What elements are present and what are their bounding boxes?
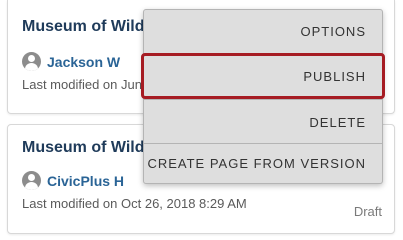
author: Jackson W <box>22 52 120 71</box>
last-modified-text: Last modified on Jun <box>22 77 142 92</box>
card-title[interactable]: Museum of Wildf <box>22 139 150 157</box>
menu-item-delete[interactable]: DELETE <box>144 99 382 144</box>
author: CivicPlus H <box>22 171 124 190</box>
author-name[interactable]: Jackson W <box>47 54 120 70</box>
version-actions-menu: OPTIONS PUBLISH DELETE CREATE PAGE FROM … <box>143 9 383 184</box>
status-badge: Draft <box>353 204 382 219</box>
last-modified-text: Last modified on Oct 26, 2018 8:29 AM <box>22 196 247 211</box>
user-avatar-icon <box>22 171 41 190</box>
card-title[interactable]: Museum of Wildf <box>22 18 150 36</box>
user-avatar-icon <box>22 52 41 71</box>
menu-item-create-page-from-version[interactable]: CREATE PAGE FROM VERSION <box>144 144 382 184</box>
author-name[interactable]: CivicPlus H <box>47 173 124 189</box>
menu-item-publish[interactable]: PUBLISH <box>144 54 382 99</box>
menu-item-options[interactable]: OPTIONS <box>144 10 382 54</box>
